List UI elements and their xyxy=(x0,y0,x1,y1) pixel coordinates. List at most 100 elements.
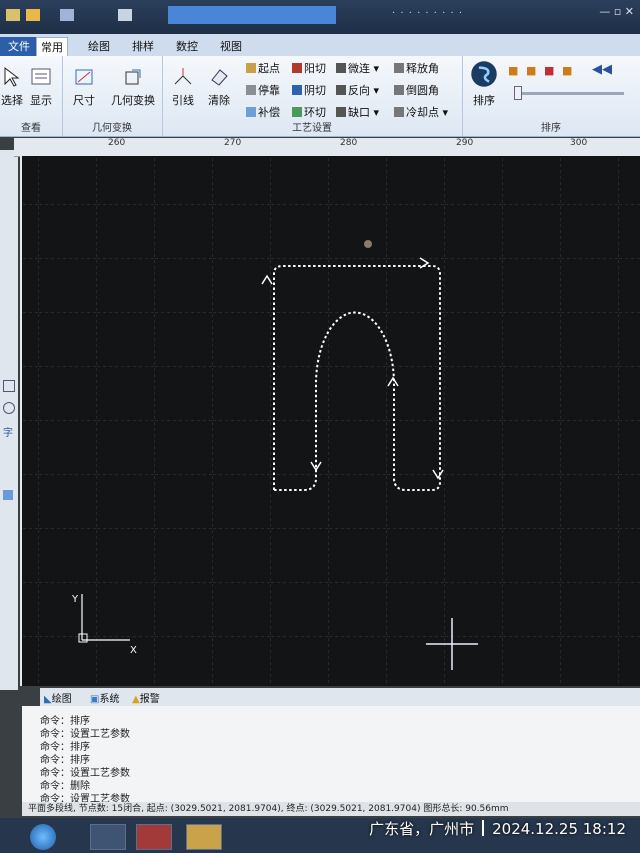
size-icon xyxy=(75,69,93,85)
sort-option-icon-2[interactable]: ■ xyxy=(526,64,536,77)
taskbar-app-1[interactable] xyxy=(90,824,126,850)
tab-common[interactable]: 常用 xyxy=(36,37,68,57)
group-label-sort: 排序 xyxy=(541,123,561,134)
ruler-label: 290 xyxy=(456,138,474,148)
slider-thumb[interactable] xyxy=(514,86,522,100)
size-button[interactable]: 尺寸 xyxy=(66,66,102,108)
tab-system[interactable]: ▣系统 xyxy=(90,690,119,705)
micro-joint-icon xyxy=(336,63,346,73)
canvas-drawing: Y X xyxy=(22,156,640,686)
tab-file[interactable]: 文件 xyxy=(0,37,38,56)
tab-drawing[interactable]: ◣绘图 xyxy=(44,690,72,705)
ruler-label: 260 xyxy=(108,138,126,148)
dock-icon xyxy=(246,85,256,95)
open-folder-icon[interactable] xyxy=(26,9,40,21)
taskbar-app-2[interactable] xyxy=(136,824,172,850)
group-sort: 排序 ■ ■ ■ ■ ◀◀ 排序 xyxy=(462,56,640,136)
ruler-label: 300 xyxy=(570,138,588,148)
group-geometry: 尺寸 几何变换 几何变换 xyxy=(62,56,163,136)
watermark-datetime: 2024.12.25 18:12 xyxy=(492,820,626,838)
sort-progress-slider[interactable] xyxy=(514,92,624,95)
reverse-icon xyxy=(336,85,346,95)
quick-access-icon[interactable] xyxy=(6,9,20,21)
watermark-separator xyxy=(482,820,485,836)
window-title xyxy=(168,6,336,24)
start-point-button[interactable]: 起点 xyxy=(246,60,280,76)
ruler-label: 280 xyxy=(340,138,358,148)
geometry-transform-button[interactable]: 几何变换 xyxy=(106,66,160,108)
round-corner-button[interactable]: 倒圆角 xyxy=(394,82,439,98)
tab-view[interactable]: 视图 xyxy=(216,37,246,56)
status-bar: 平面多段线, 节点数: 15闭合, 起点: (3029.5021, 2081.9… xyxy=(22,802,640,816)
sort-icon xyxy=(471,61,497,87)
watermark-location: 广东省，广州市 xyxy=(369,820,475,838)
ribbon-tabs: 文件 常用 绘图 排样 数控 视图 xyxy=(0,34,640,57)
canvas-grid xyxy=(22,156,640,686)
reverse-button[interactable]: 反向 ▾ xyxy=(336,82,379,98)
eraser-icon xyxy=(211,69,228,86)
tab-cnc[interactable]: 数控 xyxy=(172,37,202,56)
window-controls[interactable]: — ▫ ✕ xyxy=(599,5,634,18)
ruler-top: 260 270 280 290 300 xyxy=(14,138,640,157)
notch-icon xyxy=(336,107,346,117)
start-button[interactable] xyxy=(30,824,56,850)
cooling-point-button[interactable]: 冷却点 ▾ xyxy=(394,104,448,120)
command-log: 命令：排序 命令：设置工艺参数 命令：排序 命令：排序 命令：设置工艺参数 命令… xyxy=(22,706,640,805)
ring-cut-button[interactable]: 环切 xyxy=(292,104,326,120)
axis-x-label: X xyxy=(130,645,137,656)
sort-option-icon-3[interactable]: ■ xyxy=(544,64,554,77)
transform-icon xyxy=(125,69,141,85)
title-bar: · · · · · · · · · — ▫ ✕ xyxy=(0,0,640,34)
sort-button[interactable]: 排序 xyxy=(466,60,502,108)
ring-cut-icon xyxy=(292,107,302,117)
ribbon: 选择 显示 查看 尺寸 几何变换 几何变换 引线 清除 起点 停靠 补偿 阳切 xyxy=(0,56,640,137)
display-icon xyxy=(31,68,51,85)
step-back-icon[interactable]: ◀◀ xyxy=(592,62,612,77)
release-angle-icon xyxy=(394,63,404,73)
outer-cut-icon xyxy=(292,63,302,73)
taskbar-app-3[interactable] xyxy=(186,824,222,850)
sort-option-icon-1[interactable]: ■ xyxy=(508,64,518,77)
inner-cut-button[interactable]: 阴切 xyxy=(292,82,326,98)
inner-cut-icon xyxy=(292,85,302,95)
array-tool-icon[interactable] xyxy=(3,490,13,500)
start-point-marker xyxy=(364,240,372,248)
group-process: 引线 清除 起点 停靠 补偿 阳切 阴切 环切 微连 ▾ 反向 ▾ 缺口 ▾ 释… xyxy=(162,56,463,136)
bottom-tabs: ◣绘图 ▣系统 ▲报警 xyxy=(40,688,640,706)
lead-line-button[interactable]: 引线 xyxy=(166,66,200,108)
tab-nesting[interactable]: 排样 xyxy=(128,37,158,56)
ruler-label: 270 xyxy=(224,138,242,148)
text-tool-icon[interactable]: 字 xyxy=(3,424,13,439)
notch-button[interactable]: 缺口 ▾ xyxy=(336,104,379,120)
group-label-view: 查看 xyxy=(21,123,41,134)
start-point-icon xyxy=(246,63,256,73)
photo-watermark: 广东省，广州市 2024.12.25 18:12 xyxy=(369,818,626,840)
save-icon[interactable] xyxy=(60,9,74,21)
dock-button[interactable]: 停靠 xyxy=(246,82,280,98)
clear-button[interactable]: 清除 xyxy=(202,66,236,108)
group-label-process: 工艺设置 xyxy=(292,123,332,134)
circle-tool-icon[interactable] xyxy=(3,402,15,414)
window-title-blurred: · · · · · · · · · xyxy=(392,8,464,19)
cursor-icon xyxy=(4,66,20,87)
select-button[interactable]: 选择 xyxy=(0,66,24,108)
sort-option-icon-4[interactable]: ■ xyxy=(562,64,572,77)
tab-draw[interactable]: 绘图 xyxy=(84,37,114,56)
drawing-canvas[interactable]: Y X xyxy=(22,156,640,686)
group-view: 选择 显示 查看 xyxy=(0,56,63,136)
display-button[interactable]: 显示 xyxy=(26,66,56,108)
group-label-geometry: 几何变换 xyxy=(92,123,132,134)
lead-line-icon xyxy=(174,68,192,85)
compensation-icon xyxy=(246,107,256,117)
warning-icon: ▲ xyxy=(132,694,140,705)
micro-joint-button[interactable]: 微连 ▾ xyxy=(336,60,379,76)
draw-toolstrip: 字 xyxy=(0,150,18,690)
release-angle-button[interactable]: 释放角 xyxy=(394,60,439,76)
cooling-point-icon xyxy=(394,107,404,117)
axis-y-label: Y xyxy=(71,594,79,605)
rectangle-tool-icon[interactable] xyxy=(3,380,15,392)
outer-cut-button[interactable]: 阳切 xyxy=(292,60,326,76)
tab-alarm[interactable]: ▲报警 xyxy=(132,690,160,705)
compensation-button[interactable]: 补偿 xyxy=(246,104,280,120)
undo-icon[interactable] xyxy=(118,9,132,21)
